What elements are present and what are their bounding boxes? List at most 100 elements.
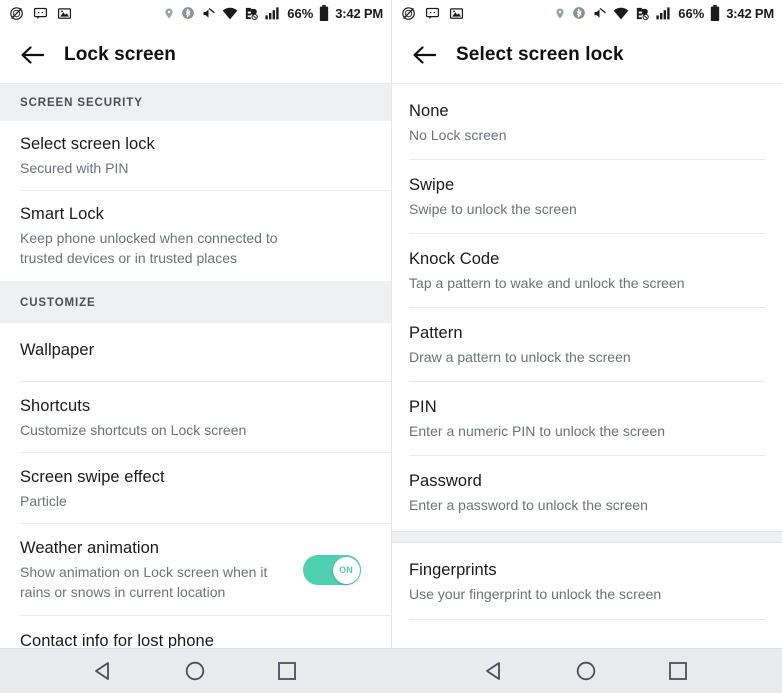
section-header-customize: CUSTOMIZE (0, 281, 391, 324)
row-body: PIN Enter a numeric PIN to unlock the sc… (409, 397, 765, 441)
location-icon (554, 6, 566, 21)
row-title: Screen swipe effect (20, 468, 165, 487)
left-panel-lock-screen: 66% 3:42 PM Lock screen SCREEN SECURITY … (0, 0, 391, 693)
data-off-icon (244, 6, 259, 21)
option-password[interactable]: Password Enter a password to unlock the … (392, 456, 782, 532)
row-title: Pattern (409, 324, 463, 343)
left-app-bar: Lock screen (0, 26, 391, 84)
row-wallpaper[interactable]: Wallpaper (0, 323, 391, 383)
screen-lock-options-list: None No Lock screen Swipe Swipe to unloc… (392, 84, 782, 621)
row-title: Password (409, 472, 482, 491)
home-circle-icon[interactable] (563, 649, 609, 693)
row-subtitle: Swipe to unlock the screen (409, 200, 577, 217)
row-subtitle: Customize shortcuts on Lock screen (20, 421, 247, 438)
home-circle-icon[interactable] (172, 649, 218, 693)
page-title: Lock screen (64, 43, 176, 65)
row-subtitle: Secured with PIN (20, 159, 129, 176)
mute-icon (201, 6, 216, 21)
data-off-icon (635, 6, 650, 21)
row-weather-animation[interactable]: Weather animation Show animation on Lock… (0, 524, 391, 616)
left-settings-list: SCREEN SECURITY Select screen lock Secur… (0, 84, 391, 666)
mute-icon (592, 6, 607, 21)
status-left-icons (401, 6, 464, 21)
status-right-icons: 66% 3:42 PM (554, 5, 774, 21)
row-smart-lock[interactable]: Smart Lock Keep phone unlocked when conn… (0, 191, 391, 282)
row-divider (409, 619, 765, 621)
alarm-muted-icon (9, 6, 24, 21)
photo-icon (57, 6, 72, 21)
nav-group-right (391, 649, 782, 693)
section-separator-band (392, 531, 782, 544)
option-none[interactable]: None No Lock screen (392, 84, 782, 161)
row-body: Screen swipe effect Particle (20, 467, 371, 511)
row-subtitle: Use your fingerprint to unlock the scree… (409, 586, 662, 603)
row-title: Wallpaper (20, 341, 95, 360)
row-body: Fingerprints Use your fingerprint to unl… (409, 560, 765, 604)
row-subtitle: Enter a password to unlock the screen (409, 497, 648, 514)
row-body: Weather animation Show animation on Lock… (20, 538, 303, 602)
row-body: Smart Lock Keep phone unlocked when conn… (20, 204, 371, 268)
row-title: Weather animation (20, 539, 160, 558)
battery-icon (319, 5, 329, 21)
option-fingerprints[interactable]: Fingerprints Use your fingerprint to unl… (392, 543, 782, 621)
row-body: Wallpaper (20, 340, 371, 362)
status-bar-right: 66% 3:42 PM (392, 0, 782, 26)
recents-square-icon[interactable] (655, 649, 701, 693)
row-title: None (409, 102, 449, 120)
row-shortcuts[interactable]: Shortcuts Customize shortcuts on Lock sc… (0, 382, 391, 454)
section-header-screen-security: SCREEN SECURITY (0, 84, 391, 121)
option-swipe[interactable]: Swipe Swipe to unlock the screen (392, 160, 782, 235)
row-title: Smart Lock (20, 205, 104, 224)
row-title: Shortcuts (20, 397, 91, 416)
row-subtitle: Particle (20, 493, 67, 510)
right-panel-select-screen-lock: 66% 3:42 PM Select screen lock None No L… (391, 0, 782, 693)
battery-icon (710, 5, 720, 21)
bluetooth-icon (181, 6, 195, 20)
battery-percent: 66% (287, 5, 314, 21)
signal-icon (656, 6, 672, 20)
recents-square-icon[interactable] (264, 649, 310, 693)
row-subtitle: No Lock screen (409, 126, 507, 143)
status-bar-left: 66% 3:42 PM (0, 0, 391, 26)
back-triangle-icon[interactable] (472, 649, 518, 693)
row-body: Swipe Swipe to unlock the screen (409, 175, 765, 219)
back-arrow-icon[interactable] (16, 38, 50, 72)
row-subtitle: Enter a numeric PIN to unlock the screen (409, 423, 666, 440)
row-body: Password Enter a password to unlock the … (409, 471, 765, 515)
toggle-state-label: ON (338, 565, 354, 576)
row-title: Knock Code (409, 250, 500, 269)
row-title: PIN (409, 398, 437, 417)
right-app-bar: Select screen lock (392, 26, 782, 84)
alarm-muted-icon (401, 6, 416, 21)
status-right-icons: 66% 3:42 PM (163, 5, 383, 21)
row-body: Pattern Draw a pattern to unlock the scr… (409, 323, 765, 367)
photo-icon (449, 6, 464, 21)
back-triangle-icon[interactable] (81, 649, 127, 693)
location-icon (163, 6, 175, 21)
left-scroll-area[interactable]: SCREEN SECURITY Select screen lock Secur… (0, 84, 391, 693)
option-pin[interactable]: PIN Enter a numeric PIN to unlock the sc… (392, 382, 782, 457)
row-subtitle: Show animation on Lock screen when it ra… (20, 564, 268, 601)
row-body: None No Lock screen (409, 101, 765, 145)
row-body: Select screen lock Secured with PIN (20, 134, 371, 178)
message-icon (33, 6, 48, 21)
row-title: Swipe (409, 176, 455, 195)
weather-animation-toggle[interactable]: ON (303, 555, 361, 586)
clock-time: 3:42 PM (726, 5, 774, 21)
row-screen-swipe-effect[interactable]: Screen swipe effect Particle (0, 453, 391, 525)
status-left-icons (9, 6, 72, 21)
row-select-screen-lock[interactable]: Select screen lock Secured with PIN (0, 121, 391, 192)
signal-icon (265, 6, 281, 20)
row-subtitle: Tap a pattern to wake and unlock the scr… (409, 274, 685, 291)
row-title: Fingerprints (409, 561, 497, 580)
row-subtitle: Draw a pattern to unlock the screen (409, 348, 631, 365)
message-icon (425, 6, 440, 21)
nav-group-left (0, 649, 391, 693)
back-arrow-icon[interactable] (408, 38, 442, 72)
row-title: Select screen lock (20, 135, 155, 153)
option-knock-code[interactable]: Knock Code Tap a pattern to wake and unl… (392, 234, 782, 309)
right-scroll-area[interactable]: None No Lock screen Swipe Swipe to unloc… (392, 84, 782, 693)
option-pattern[interactable]: Pattern Draw a pattern to unlock the scr… (392, 308, 782, 383)
bluetooth-icon (572, 6, 586, 20)
row-subtitle: Keep phone unlocked when connected to tr… (20, 229, 278, 267)
